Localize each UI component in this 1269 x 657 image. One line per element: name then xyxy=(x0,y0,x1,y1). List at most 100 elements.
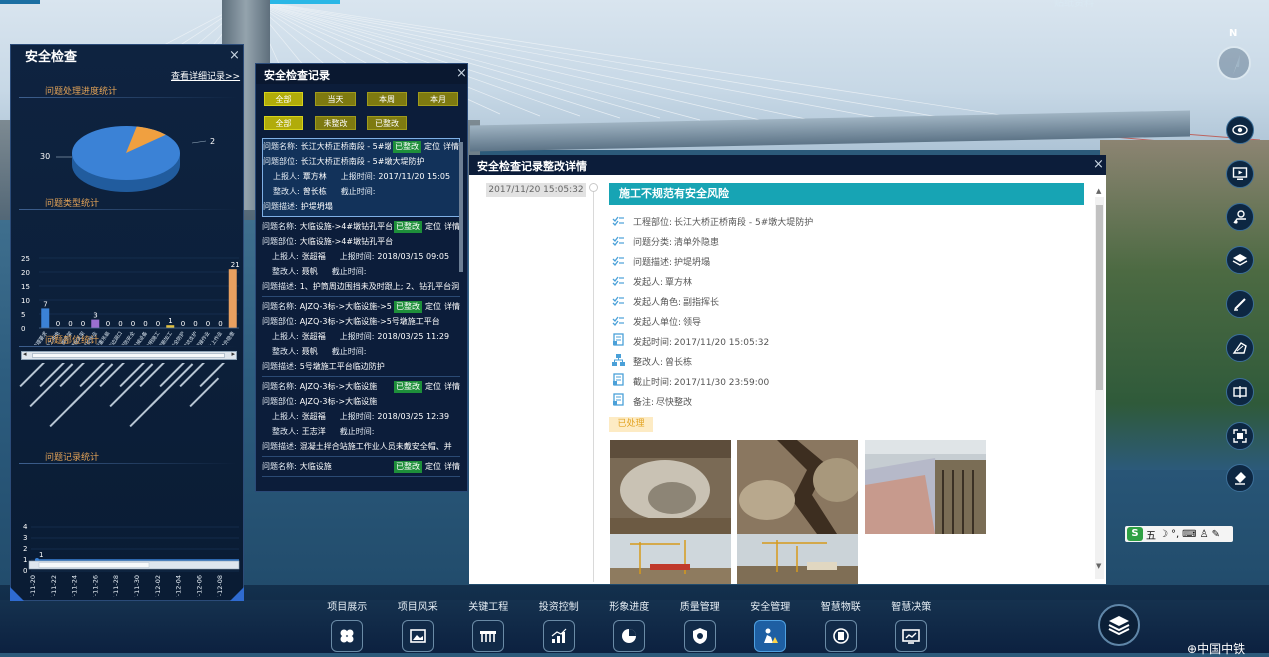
record-field-value: 张超福 xyxy=(301,412,326,421)
scroll-down-icon[interactable]: ▼ xyxy=(1096,562,1101,570)
detail-button[interactable]: 详情 xyxy=(443,139,459,154)
fullscreen-icon[interactable] xyxy=(1226,422,1254,450)
detail-field: 发起时间: 2017/11/20 15:05:32 xyxy=(612,333,769,349)
wrench-icon[interactable]: ✎ xyxy=(1212,529,1220,540)
view-detail-link[interactable]: 查看详细记录>> xyxy=(171,69,240,82)
detail-field: 截止时间: 2017/11/30 23:59:00 xyxy=(612,373,769,389)
filter-status-pending[interactable]: 未整改 xyxy=(315,116,356,130)
bar-value-label: 3 xyxy=(93,312,97,320)
detail-scrollbar[interactable] xyxy=(1095,197,1104,579)
image-icon[interactable] xyxy=(401,620,434,652)
scroll-up-icon[interactable]: ▲ xyxy=(1096,187,1101,195)
record-item[interactable]: 问题名称: AJZQ-3标->大临设施->5号墩施工平台 已整改 定位 详情 问题部位: A… xyxy=(262,299,460,377)
user-icon[interactable]: ♙ xyxy=(1200,529,1209,540)
location-user-icon[interactable] xyxy=(1226,203,1254,231)
nav-item[interactable]: 安全管理 xyxy=(735,598,806,652)
record-row: 整改人: 王志洋 截止时间: xyxy=(262,424,460,439)
scrollbar-thumb[interactable] xyxy=(38,562,150,568)
record-item[interactable]: 问题名称: 大临设施 已整改 定位 详情 xyxy=(262,459,460,477)
scroll-right-icon[interactable]: ▸ xyxy=(231,350,235,358)
record-list[interactable]: 问题名称: 长江大桥正桥南段 - 5#墩大堤防护 已整改 定位 详情 问题部位: 长江大桥正… xyxy=(262,138,460,486)
scrollbar-thumb[interactable] xyxy=(32,353,225,358)
record-row: 问题名称: 大临设施->4#墩钻孔平台 已整改 定位 详情 xyxy=(262,219,460,234)
detail-field-text: 问题描述: 护堤坍塌 xyxy=(633,255,710,268)
detail-field-value: 副指挥长 xyxy=(683,297,720,308)
detail-button[interactable]: 详情 xyxy=(444,379,460,394)
site-photo[interactable] xyxy=(737,440,858,534)
nav-item[interactable]: 项目展示 xyxy=(312,598,383,652)
record-field-value: 大临设施 xyxy=(299,462,332,471)
record-item[interactable]: 问题名称: AJZQ-3标->大临设施 已整改 定位 详情 问题部位: AJZQ-3标->大… xyxy=(262,379,460,457)
chart-icon[interactable] xyxy=(542,620,575,652)
moon-icon[interactable]: ☽ xyxy=(1159,529,1168,540)
worker-icon[interactable] xyxy=(754,620,787,652)
part-chart-scrollbar[interactable]: ◂ ▸ xyxy=(21,350,237,360)
iot-icon[interactable] xyxy=(824,620,857,652)
filter-time-today[interactable]: 当天 xyxy=(315,92,356,106)
filter-time-month[interactable]: 本月 xyxy=(418,92,458,106)
record-field-label: 问题描述: xyxy=(262,442,297,451)
detail-button[interactable]: 详情 xyxy=(444,299,460,314)
site-photo[interactable] xyxy=(610,534,731,584)
y-tick-label: 4 xyxy=(23,523,28,531)
bar-value-label: 7 xyxy=(43,300,47,308)
locate-button[interactable]: 定位 xyxy=(425,379,441,394)
eye-icon[interactable] xyxy=(1226,116,1254,144)
record-item[interactable]: 问题名称: 大临设施->4#墩钻孔平台 已整改 定位 详情 问题部位: 大临设施->4#墩钻… xyxy=(262,219,460,297)
record-row: 上报人: 张超福 上报时间: 2018/03/25 11:29 xyxy=(262,329,460,344)
nav-item[interactable]: 关键工程 xyxy=(453,598,524,652)
detail-button[interactable]: 详情 xyxy=(444,219,460,234)
monitor-icon[interactable] xyxy=(895,620,928,652)
close-icon[interactable]: × xyxy=(456,67,467,80)
y-tick-label: 10 xyxy=(21,297,30,305)
filter-status-done[interactable]: 已整改 xyxy=(367,116,407,130)
sogou-icon[interactable]: S xyxy=(1127,527,1143,541)
filter-time-week[interactable]: 本周 xyxy=(367,92,407,106)
record-list-scrollbar[interactable] xyxy=(459,142,463,272)
detail-button[interactable]: 详情 xyxy=(444,459,460,474)
locate-button[interactable]: 定位 xyxy=(425,459,441,474)
site-photo[interactable] xyxy=(737,534,858,584)
split-view-icon[interactable] xyxy=(1226,378,1254,406)
detail-field-text: 问题分类: 清单外隐患 xyxy=(633,235,719,248)
nav-item[interactable]: 质量管理 xyxy=(665,598,736,652)
nav-item[interactable]: 智慧决策 xyxy=(876,598,947,652)
close-icon[interactable]: × xyxy=(1093,158,1104,171)
layers-icon[interactable] xyxy=(1226,246,1254,274)
compass-icon[interactable] xyxy=(1217,46,1251,80)
screen-icon[interactable] xyxy=(1226,160,1254,188)
shield-icon[interactable] xyxy=(683,620,716,652)
scroll-left-icon[interactable]: ◂ xyxy=(23,350,27,358)
locate-button[interactable]: 定位 xyxy=(424,139,440,154)
filter-time-all[interactable]: 全部 xyxy=(264,92,303,106)
layer-switch-button[interactable] xyxy=(1098,604,1140,646)
eraser-icon[interactable] xyxy=(1226,464,1254,492)
pie-icon[interactable] xyxy=(613,620,646,652)
locate-button[interactable]: 定位 xyxy=(425,219,441,234)
grid-icon[interactable] xyxy=(331,620,364,652)
bridge-icon[interactable] xyxy=(472,620,505,652)
nav-item[interactable]: 项目风采 xyxy=(383,598,454,652)
detail-field-text: 整改人: 曾长栋 xyxy=(633,355,692,368)
ime-mode-label[interactable]: 五 xyxy=(1146,527,1156,542)
pen-measure-icon[interactable] xyxy=(1226,290,1254,318)
part-chart-labels xyxy=(19,363,230,428)
nav-item[interactable]: 智慧物联 xyxy=(806,598,877,652)
nav-item[interactable]: 形象进度 xyxy=(594,598,665,652)
area-measure-icon[interactable] xyxy=(1226,334,1254,362)
x-category-label: 文明施工 xyxy=(144,330,161,345)
ime-toolbar[interactable]: S 五 ☽ °, ⌨ ♙ ✎ xyxy=(1125,526,1233,542)
scrollbar-thumb[interactable] xyxy=(1096,205,1103,390)
record-field-label: 整改人: xyxy=(272,347,299,356)
filter-status-all[interactable]: 全部 xyxy=(264,116,303,130)
nav-item-label: 项目风采 xyxy=(397,602,438,613)
locate-button[interactable]: 定位 xyxy=(425,299,441,314)
site-photo[interactable] xyxy=(610,440,731,534)
record-item[interactable]: 问题名称: 长江大桥正桥南段 - 5#墩大堤防护 已整改 定位 详情 问题部位: 长江大桥正… xyxy=(262,138,460,217)
keyboard-icon[interactable]: ⌨ xyxy=(1182,529,1196,540)
site-photo[interactable] xyxy=(865,440,986,534)
punctuation-icon[interactable]: °, xyxy=(1171,529,1179,540)
nav-item[interactable]: 投资控制 xyxy=(524,598,595,652)
x-tick-label: 2017-11-22 xyxy=(50,575,58,597)
close-icon[interactable]: × xyxy=(229,49,240,62)
